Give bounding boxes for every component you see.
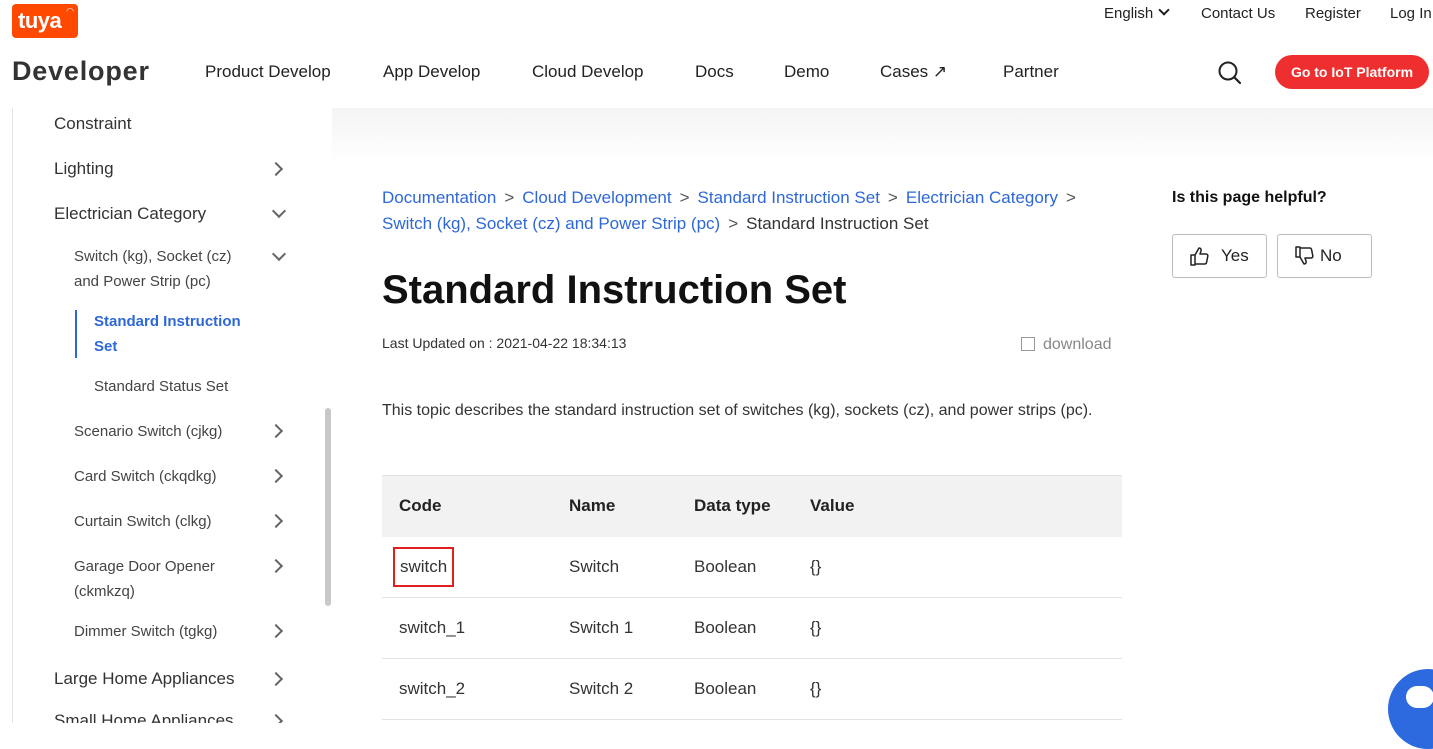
- cell-value: {}: [810, 658, 1122, 720]
- chevron-right-icon[interactable]: [268, 161, 284, 177]
- register-link[interactable]: Register: [1305, 5, 1361, 22]
- cell-code: switch: [382, 536, 569, 598]
- cell-value: {}: [810, 597, 1122, 659]
- breadcrumb-standard-instruction-set[interactable]: Standard Instruction Set: [698, 188, 880, 207]
- page-title: Standard Instruction Set: [382, 268, 847, 312]
- highlighted-code[interactable]: switch: [393, 546, 455, 587]
- chevron-right-icon[interactable]: [268, 713, 284, 723]
- breadcrumb-separator: >: [679, 188, 690, 207]
- no-button[interactable]: No: [1277, 234, 1372, 278]
- yes-button[interactable]: Yes: [1172, 234, 1267, 278]
- helpful-question: Is this page helpful?: [1172, 189, 1327, 206]
- sidebar-item-scenario-switch[interactable]: Scenario Switch (cjkg): [74, 419, 222, 444]
- breadcrumb: Documentation > Cloud Development > Standard…: [382, 185, 1122, 237]
- col-value: Value: [810, 475, 1122, 537]
- breadcrumb-current: Standard Instruction Set: [746, 214, 929, 233]
- wifi-icon: ◠: [66, 6, 74, 16]
- page-description: This topic describes the standard instru…: [382, 402, 1093, 419]
- col-code: Code: [382, 475, 569, 537]
- language-selector[interactable]: English: [1104, 4, 1170, 22]
- no-label: No: [1320, 246, 1342, 265]
- login-link[interactable]: Log In: [1390, 5, 1432, 22]
- table-header-row: Code Name Data type Value: [382, 475, 1122, 537]
- last-updated: Last Updated on : 2021-04-22 18:34:13: [382, 335, 627, 351]
- chat-icon: [1406, 686, 1433, 708]
- cell-name: Switch 1: [569, 597, 694, 659]
- chevron-right-icon[interactable]: [268, 468, 284, 484]
- nav-cloud-develop[interactable]: Cloud Develop: [532, 62, 644, 82]
- search-icon[interactable]: [1217, 60, 1242, 85]
- breadcrumb-documentation[interactable]: Documentation: [382, 188, 496, 207]
- sidebar-scrollbar[interactable]: [325, 408, 331, 606]
- breadcrumb-separator: >: [887, 188, 898, 207]
- top-header: tuya ◠ Developer English Contact Us Regi…: [0, 0, 1433, 108]
- sidebar-item-large-appliances[interactable]: Large Home Appliances: [54, 669, 235, 689]
- sidebar-divider: [12, 108, 13, 723]
- sidebar-item-lighting[interactable]: Lighting: [54, 159, 114, 179]
- sidebar-item-curtain-switch[interactable]: Curtain Switch (clkg): [74, 509, 212, 534]
- chevron-right-icon[interactable]: [268, 423, 284, 439]
- active-indicator: [75, 310, 77, 358]
- sidebar-item-switch-group[interactable]: Switch (kg), Socket (cz) and Power Strip…: [74, 244, 254, 294]
- sidebar-item-garage-door[interactable]: Garage Door Opener (ckmkzq): [74, 554, 244, 604]
- download-link[interactable]: download: [1021, 335, 1112, 354]
- cell-name: Switch 2: [569, 658, 694, 720]
- breadcrumb-separator: >: [728, 214, 739, 233]
- col-name: Name: [569, 475, 694, 537]
- chevron-right-icon[interactable]: [268, 623, 284, 639]
- table-row: switch_2 Switch 2 Boolean {}: [382, 658, 1122, 720]
- breadcrumb-electrician-category[interactable]: Electrician Category: [906, 188, 1058, 207]
- cell-data-type: Boolean: [694, 597, 810, 659]
- breadcrumb-cloud-development[interactable]: Cloud Development: [522, 188, 671, 207]
- table-row: switch Switch Boolean {}: [382, 536, 1122, 598]
- language-label: English: [1104, 5, 1154, 22]
- sidebar-item-standard-instruction[interactable]: Standard Instruction Set: [94, 309, 254, 359]
- content-top-band: [332, 108, 1433, 164]
- breadcrumb-separator: >: [1065, 188, 1076, 207]
- nav-demo[interactable]: Demo: [784, 62, 829, 82]
- sidebar-item-dimmer-switch[interactable]: Dimmer Switch (tgkg): [74, 619, 217, 644]
- sidebar-item-card-switch[interactable]: Card Switch (ckqdkg): [74, 464, 217, 489]
- cell-name: Switch: [569, 536, 694, 598]
- cell-data-type: Boolean: [694, 536, 810, 598]
- chat-support-button[interactable]: [1388, 669, 1433, 749]
- image-icon: [1021, 337, 1035, 351]
- nav-docs[interactable]: Docs: [695, 62, 734, 82]
- chevron-right-icon[interactable]: [268, 558, 284, 574]
- table-row: switch_1 Switch 1 Boolean {}: [382, 597, 1122, 659]
- col-data-type: Data type: [694, 475, 810, 537]
- chevron-right-icon[interactable]: [268, 671, 284, 687]
- nav-partner[interactable]: Partner: [1003, 62, 1059, 82]
- tuya-logo[interactable]: tuya ◠: [12, 4, 78, 38]
- instruction-table: Code Name Data type Value switch Switch …: [382, 475, 1122, 720]
- chevron-down-icon[interactable]: [271, 203, 287, 219]
- thumbs-up-icon: [1190, 247, 1209, 266]
- cell-code: switch_2: [382, 658, 569, 720]
- download-label: download: [1043, 336, 1112, 353]
- breadcrumb-switch-socket[interactable]: Switch (kg), Socket (cz) and Power Strip…: [382, 214, 720, 233]
- thumbs-down-icon: [1295, 246, 1314, 265]
- cell-code: switch_1: [382, 597, 569, 659]
- sidebar-item-electrician[interactable]: Electrician Category: [54, 204, 206, 224]
- cell-value: {}: [810, 536, 1122, 598]
- sidebar-item-standard-status[interactable]: Standard Status Set: [94, 374, 228, 399]
- breadcrumb-separator: >: [504, 188, 515, 207]
- nav-cases[interactable]: Cases ↗: [880, 62, 947, 82]
- yes-label: Yes: [1221, 246, 1249, 265]
- nav-product-develop[interactable]: Product Develop: [205, 62, 331, 82]
- sidebar-item-small-appliances[interactable]: Small Home Appliances: [54, 711, 234, 723]
- brand-text: tuya: [18, 8, 62, 33]
- iot-platform-button[interactable]: Go to IoT Platform: [1275, 55, 1429, 89]
- nav-app-develop[interactable]: App Develop: [383, 62, 480, 82]
- sidebar-item-constraint[interactable]: Constraint: [54, 114, 131, 134]
- developer-logo[interactable]: Developer: [12, 56, 150, 87]
- chevron-down-icon: [1158, 4, 1170, 16]
- chevron-right-icon[interactable]: [268, 513, 284, 529]
- cell-data-type: Boolean: [694, 658, 810, 720]
- chevron-down-icon[interactable]: [271, 246, 287, 262]
- contact-link[interactable]: Contact Us: [1201, 5, 1275, 22]
- doc-sidebar: Constraint Lighting Electrician Category…: [0, 108, 332, 723]
